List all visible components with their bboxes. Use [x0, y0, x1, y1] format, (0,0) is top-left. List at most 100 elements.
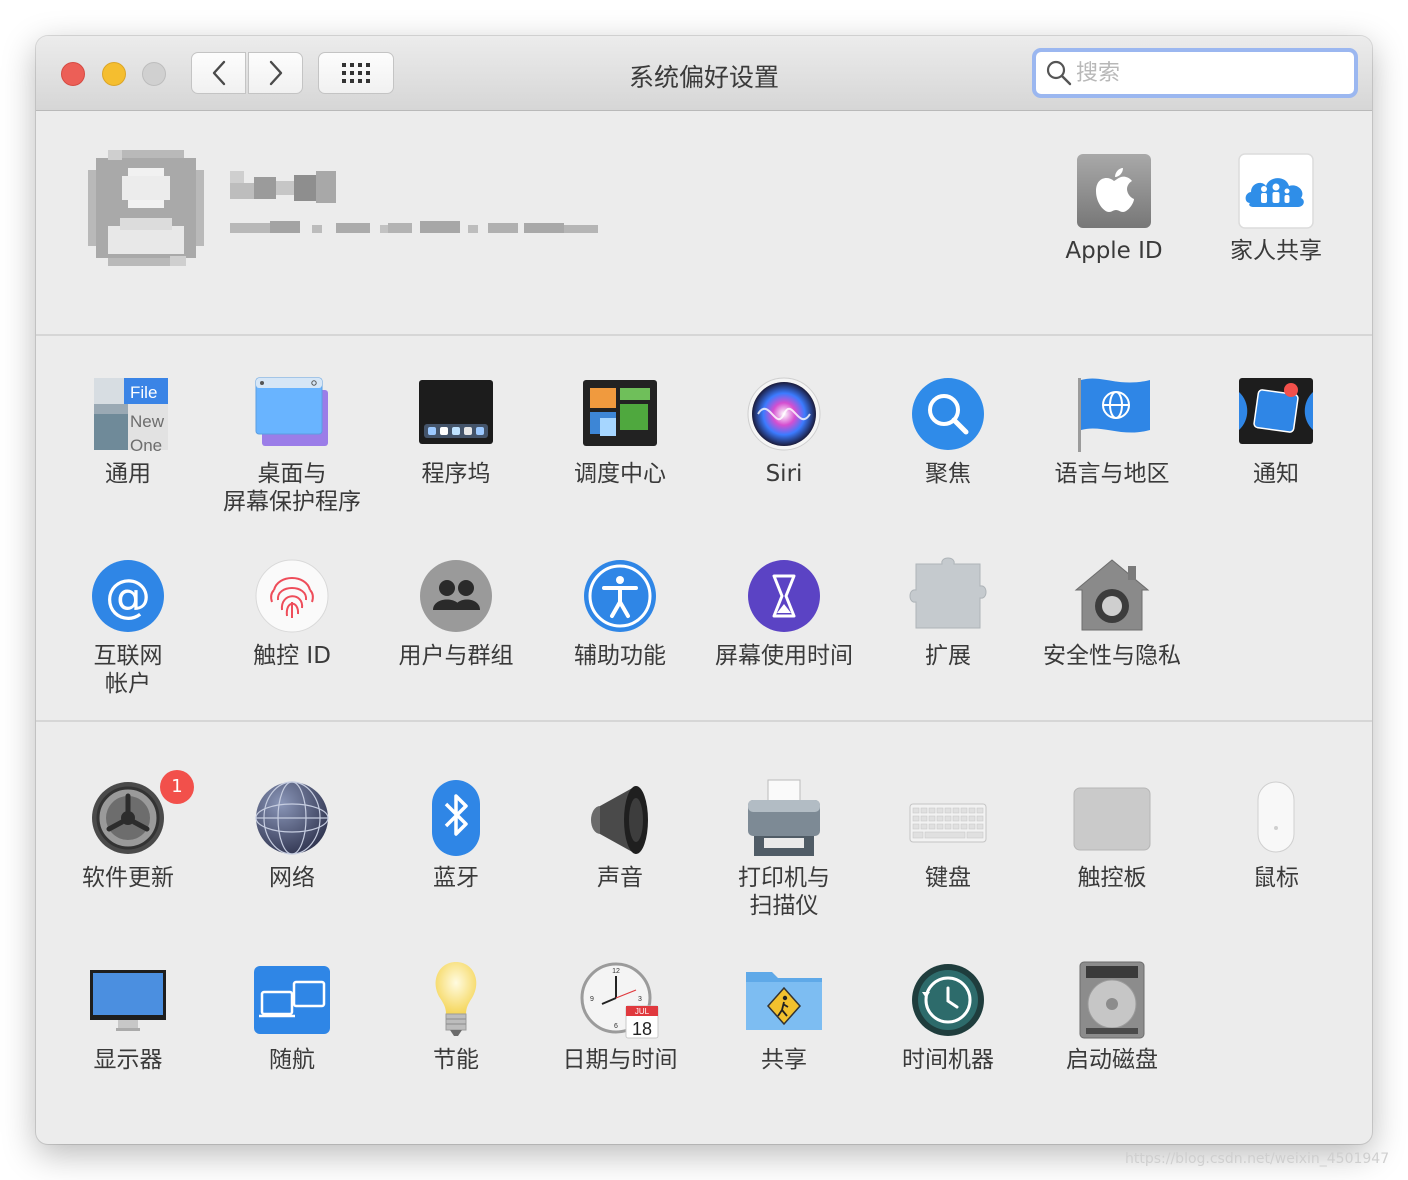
trackpad-label: 触控板 [1077, 865, 1147, 891]
pref-date-time[interactable]: 12 3 6 9 JUL 18 日期与时间 [538, 960, 702, 1074]
date-time-label: 日期与时间 [562, 1047, 678, 1073]
search-icon [1046, 60, 1072, 86]
spotlight-label: 聚焦 [925, 461, 971, 487]
grid-icon [342, 63, 370, 83]
pref-apple-id[interactable]: Apple ID [1032, 151, 1196, 265]
users-label: 用户与群组 [398, 643, 514, 669]
pref-sharing[interactable]: 共享 [702, 960, 866, 1074]
bluetooth-icon [432, 780, 480, 856]
user-avatar[interactable] [84, 146, 208, 270]
svg-text:3: 3 [638, 996, 642, 1003]
search-field[interactable] [1032, 48, 1358, 98]
pref-desktop-screensaver[interactable]: 桌面与 屏幕保护程序 [210, 374, 374, 516]
language-flag-icon [1078, 378, 1150, 452]
family-sharing-label: 家人共享 [1230, 238, 1322, 264]
pref-mouse[interactable]: 鼠标 [1194, 778, 1358, 892]
printers-label: 打印机与 扫描仪 [738, 865, 830, 919]
notifications-icon [1239, 378, 1313, 444]
software-update-label: 软件更新 [82, 865, 174, 891]
family-sharing-icon [1238, 153, 1314, 229]
pref-trackpad[interactable]: 触控板 [1030, 778, 1194, 892]
chevron-left-icon [212, 60, 225, 86]
account-info-blurred [230, 171, 598, 233]
pref-software-update[interactable]: 软件更新 1 [46, 770, 210, 892]
date-time-icon: 12 3 6 9 JUL 18 [580, 962, 659, 1039]
pref-spotlight[interactable]: 聚焦 [866, 374, 1030, 488]
svg-text:6: 6 [614, 1023, 618, 1030]
pref-bluetooth[interactable]: 蓝牙 [374, 778, 538, 892]
chevron-right-icon [269, 60, 282, 86]
sharing-icon [746, 972, 822, 1030]
forward-button[interactable] [248, 52, 303, 94]
spotlight-icon [912, 378, 984, 450]
accessibility-label: 辅助功能 [574, 643, 666, 669]
mission-control-label: 调度中心 [574, 461, 666, 487]
minimize-button[interactable] [102, 62, 126, 86]
trackpad-icon [1073, 787, 1151, 851]
display-icon [90, 970, 166, 1031]
pref-keyboard[interactable]: 键盘 [866, 778, 1030, 892]
pref-extensions[interactable]: 扩展 [866, 556, 1030, 670]
siri-icon [747, 377, 821, 451]
pref-siri[interactable]: Siri [702, 374, 866, 488]
svg-text:@: @ [105, 569, 151, 623]
pref-sidecar[interactable]: 随航 [210, 960, 374, 1074]
account-section: Apple ID 家人共享 [36, 111, 1372, 336]
search-input[interactable] [1074, 57, 1348, 89]
pref-notifications[interactable]: 通知 [1194, 374, 1358, 488]
desktop-icon [255, 377, 328, 446]
general-icon-text-file: File [130, 383, 157, 402]
pref-mission-control[interactable]: 调度中心 [538, 374, 702, 488]
mouse-label: 鼠标 [1253, 865, 1299, 891]
software-update-icon [92, 782, 164, 854]
window-title: 系统偏好设置 [628, 63, 779, 92]
close-button[interactable] [61, 62, 85, 86]
keyboard-label: 键盘 [925, 865, 971, 891]
pref-sound[interactable]: 声音 [538, 778, 702, 892]
apple-id-label: Apple ID [1065, 238, 1163, 264]
bluetooth-label: 蓝牙 [433, 865, 479, 891]
general-label: 通用 [105, 461, 151, 487]
back-button[interactable] [191, 52, 246, 94]
extensions-icon [909, 557, 987, 629]
system-preferences-window: 系统偏好设置 搜索 Apple ID 家人共享 File New One 通用 … [36, 36, 1372, 1144]
pref-time-machine[interactable]: 时间机器 [866, 960, 1030, 1074]
title-bar: 系统偏好设置 [36, 36, 1372, 111]
pref-displays[interactable]: 显示器 [46, 960, 210, 1074]
pref-startup-disk[interactable]: 启动磁盘 [1030, 960, 1194, 1074]
svg-text:9: 9 [590, 996, 594, 1003]
users-icon [420, 560, 492, 632]
language-region-label: 语言与地区 [1054, 461, 1170, 487]
pref-family-sharing[interactable]: 家人共享 [1194, 151, 1358, 265]
show-all-button[interactable] [318, 52, 394, 94]
touch-id-label: 触控 ID [253, 643, 331, 669]
pref-network[interactable]: 网络 [210, 778, 374, 892]
apple-id-icon [1077, 154, 1151, 228]
pref-accessibility[interactable]: 辅助功能 [538, 556, 702, 670]
svg-text:12: 12 [612, 968, 620, 975]
pref-dock[interactable]: 程序坞 [374, 374, 538, 488]
pref-internet-accounts[interactable]: @ 互联网 帐户 [46, 556, 210, 698]
security-icon [1074, 559, 1150, 631]
pref-screen-time[interactable]: 屏幕使用时间 [702, 556, 866, 670]
zoom-button[interactable] [142, 62, 166, 86]
dock-icon [419, 380, 493, 444]
screen-time-label: 屏幕使用时间 [715, 643, 853, 669]
internet-accounts-icon: @ [92, 560, 164, 632]
pref-energy-saver[interactable]: 节能 [374, 960, 538, 1074]
internet-accounts-label: 互联网 帐户 [93, 643, 163, 697]
mission-control-icon [583, 380, 657, 446]
general-icon-text-one: One [130, 436, 162, 454]
pref-language-region[interactable]: 语言与地区 [1030, 374, 1194, 488]
sidecar-icon [254, 966, 330, 1034]
pref-printers-scanners[interactable]: 打印机与 扫描仪 [702, 778, 866, 920]
pref-touch-id[interactable]: 触控 ID [210, 556, 374, 670]
siri-label: Siri [765, 461, 803, 487]
sharing-label: 共享 [761, 1047, 807, 1073]
pref-users-groups[interactable]: 用户与群组 [374, 556, 538, 670]
pref-security-privacy[interactable]: 安全性与隐私 [1030, 556, 1194, 670]
hardware-preferences-section: 软件更新 1 网络 蓝牙 声音 打印机与 扫描仪 键盘 触控板 鼠标 显示器 随… [36, 722, 1372, 1144]
printer-icon [748, 779, 820, 856]
pref-general[interactable]: File New One 通用 [46, 374, 210, 488]
time-machine-label: 时间机器 [902, 1047, 994, 1073]
